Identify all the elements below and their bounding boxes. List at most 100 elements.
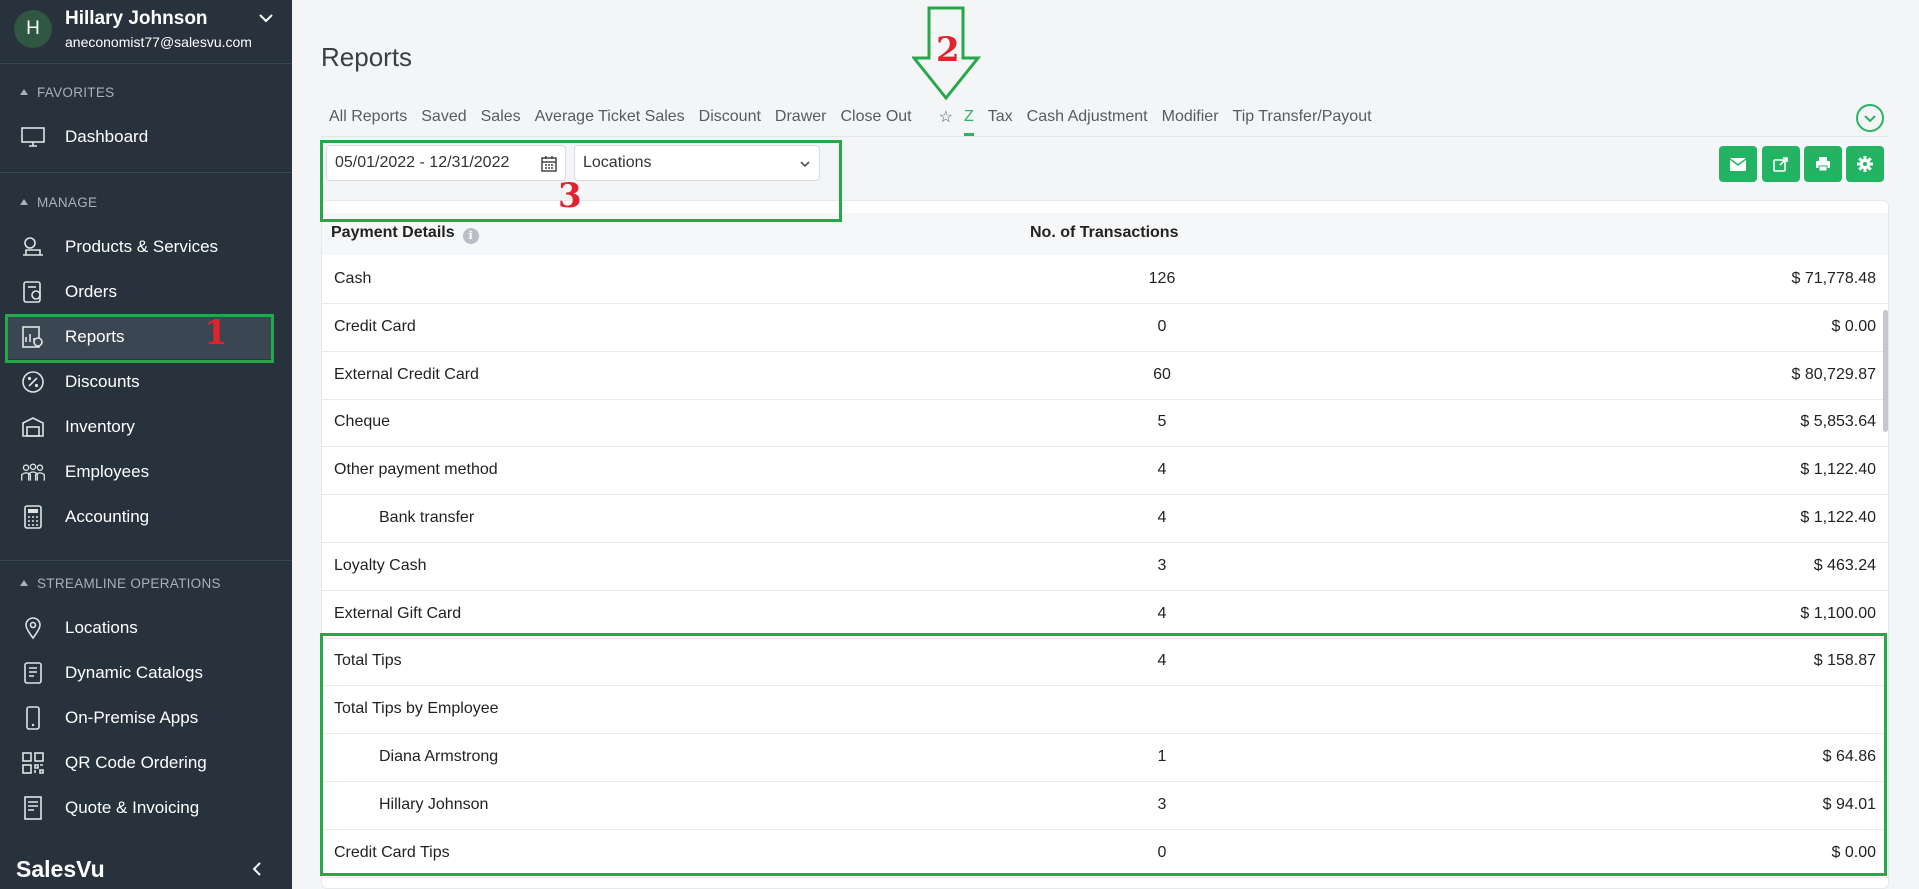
page-title: Reports [321,42,413,72]
envelope-icon [1730,157,1746,171]
row-transaction-count: 4 [1157,604,1167,622]
tab-tip-transfer-payout[interactable]: Tip Transfer/Payout [1233,108,1372,126]
chevron-down-icon[interactable] [256,8,276,28]
user-email: aneconomist77@salesvu.com [65,34,252,50]
sidebar-item-employees[interactable]: Employees [6,450,274,494]
row-payment-name: Cash [334,270,372,287]
tab-close-out[interactable]: Close Out [840,108,911,126]
sidebar-item-quote-invoicing[interactable]: Quote & Invoicing [6,786,274,830]
chevron-left-icon[interactable] [248,860,266,878]
sidebar-item-orders[interactable]: Orders [6,270,274,314]
settings-button[interactable] [1846,146,1884,182]
tab-average-ticket-sales[interactable]: Average Ticket Sales [535,108,685,126]
section-favorites[interactable]: FAVORITES [20,85,114,100]
location-pin-icon [20,615,46,641]
phone-icon [20,705,46,731]
user-name: Hillary Johnson [65,8,208,29]
annotation-box-reports [5,314,274,363]
divider [0,63,292,64]
sidebar-item-accounting[interactable]: Accounting [6,495,274,539]
row-transaction-count: 5 [1157,413,1167,431]
tab-saved[interactable]: Saved [421,108,466,126]
row-amount: $ 463.24 [1813,556,1876,574]
inventory-icon [20,414,46,440]
calculator-icon [20,504,46,530]
table-row: Credit Card 0 $ 0.00 [322,304,1888,352]
table-row: Cash 126 $ 71,778.48 [322,256,1888,304]
row-amount: $ 80,729.87 [1791,365,1876,383]
row-payment-name: Cheque [334,413,391,431]
row-amount: $ 0.00 [1831,317,1876,335]
sidebar-item-products[interactable]: Products & Services [6,225,274,269]
table-row: Bank transfer 4 $ 1,122.40 [322,495,1888,543]
row-amount: $ 1,122.40 [1800,509,1876,526]
brand-logo: SalesVu [16,856,105,882]
share-button[interactable] [1762,146,1800,182]
sidebar-footer: SalesVu [0,850,292,889]
row-payment-name: Credit Card [334,317,416,335]
sidebar-item-qr-code-ordering[interactable]: QR Code Ordering [6,741,274,785]
sidebar-item-dynamic-catalogs[interactable]: Dynamic Catalogs [6,651,274,695]
products-icon [20,234,46,260]
row-amount: $ 71,778.48 [1791,270,1876,287]
row-transaction-count: 0 [1157,317,1167,335]
tab-cash-adjustment[interactable]: Cash Adjustment [1027,108,1148,126]
table-row: Loyalty Cash 3 $ 463.24 [322,543,1888,591]
printer-icon [1816,157,1830,172]
print-button[interactable] [1804,146,1842,182]
user-menu[interactable]: H Hillary Johnson aneconomist77@salesvu.… [10,6,282,56]
sidebar-item-discounts[interactable]: Discounts [6,360,274,404]
tab-tax[interactable]: Tax [988,108,1013,126]
annotation-number-1: 1 [204,313,228,353]
section-streamline[interactable]: STREAMLINE OPERATIONS [20,576,221,591]
header-payment-details: Payment Details i [331,224,479,244]
chevron-down-icon [1864,115,1876,123]
qr-code-icon [20,750,46,776]
row-amount: $ 1,100.00 [1800,604,1876,622]
sidebar-item-dashboard[interactable]: Dashboard [6,115,274,159]
percent-icon [20,369,46,395]
row-amount: $ 5,853.64 [1800,413,1876,431]
avatar: H [14,10,52,48]
table-row: External Gift Card 4 $ 1,100.00 [322,591,1888,639]
star-icon[interactable]: ☆ [939,107,953,127]
email-button[interactable] [1719,146,1757,182]
divider [0,560,292,561]
row-transaction-count: 4 [1157,461,1167,479]
table-row: External Credit Card 60 $ 80,729.87 [322,352,1888,400]
employees-icon [20,459,46,485]
sidebar-item-inventory[interactable]: Inventory [6,405,274,449]
annotation-box-tips [320,633,1887,876]
row-transaction-count: 3 [1157,556,1167,574]
row-payment-name: Other payment method [334,461,498,479]
tab-all-reports[interactable]: All Reports [329,108,407,126]
annotation-arrow-icon [912,6,982,101]
row-transaction-count: 126 [1148,270,1176,287]
row-payment-name: Loyalty Cash [334,556,427,574]
expand-tabs-button[interactable] [1856,104,1884,132]
annotation-number-3: 3 [558,176,582,216]
info-icon[interactable]: i [462,228,479,244]
tabs-divider [321,136,1888,137]
row-payment-name: Bank transfer [379,509,475,526]
sidebar-item-locations[interactable]: Locations [6,606,274,650]
tab-discount[interactable]: Discount [699,108,761,126]
orders-icon [20,279,46,305]
tab-sales[interactable]: Sales [481,108,521,126]
tab-modifier[interactable]: Modifier [1162,108,1219,126]
table-row: Cheque 5 $ 5,853.64 [322,399,1888,448]
table-row: Other payment method 4 $ 1,122.40 [322,447,1888,496]
section-manage[interactable]: MANAGE [20,195,97,210]
sidebar: H Hillary Johnson aneconomist77@salesvu.… [0,0,292,889]
catalog-icon [20,660,46,686]
report-tabs: All Reports Saved Sales Average Ticket S… [322,102,1379,136]
scrollbar[interactable] [1883,310,1888,432]
gear-icon [1857,156,1873,172]
invoice-icon [20,795,46,821]
header-transactions: No. of Transactions [1030,224,1179,241]
row-amount: $ 1,122.40 [1800,461,1876,479]
tab-drawer[interactable]: Drawer [775,108,827,126]
tab-z[interactable]: Z [963,108,974,136]
row-payment-name: External Credit Card [334,365,479,383]
sidebar-item-on-premise-apps[interactable]: On-Premise Apps [6,696,274,740]
